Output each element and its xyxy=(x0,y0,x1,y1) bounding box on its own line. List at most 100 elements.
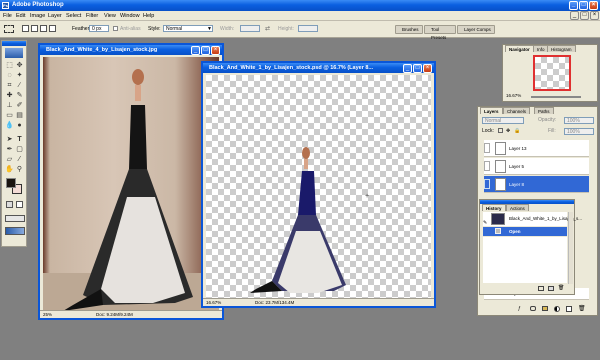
lasso-icon[interactable]: ◌ xyxy=(5,71,14,80)
foreground-color-swatch[interactable] xyxy=(6,178,16,188)
shape-icon[interactable]: ▢ xyxy=(15,145,24,154)
maximize-button[interactable]: □ xyxy=(579,1,588,10)
trash-icon[interactable]: 🗑 xyxy=(578,305,586,312)
eraser-icon[interactable]: ▭ xyxy=(5,111,14,120)
well-tab-tool-presets[interactable]: Tool Presets xyxy=(424,25,456,40)
well-tab-layer-comps[interactable]: Layer Comps xyxy=(457,25,495,34)
tab-channels[interactable]: Channels xyxy=(503,107,531,114)
doc2-zoom[interactable]: 16.67% xyxy=(206,299,221,306)
width-input[interactable] xyxy=(240,25,260,32)
layer-row-5[interactable]: Layer 5 xyxy=(484,158,589,175)
subtract-selection-icon[interactable] xyxy=(40,25,47,32)
tab-layers[interactable]: Layers xyxy=(480,107,503,114)
feather-input[interactable]: 0 px xyxy=(89,25,109,32)
height-input[interactable] xyxy=(298,25,318,32)
zoom-icon[interactable]: ⚲ xyxy=(15,165,24,174)
doc1-minimize-button[interactable]: _ xyxy=(191,46,200,55)
history-snapshot-row[interactable]: ✎ Black_And_White_1_by_Lisajen_s... xyxy=(483,212,582,226)
add-selection-icon[interactable] xyxy=(31,25,38,32)
opacity-input[interactable]: 100% xyxy=(564,117,594,124)
menu-image[interactable]: Image xyxy=(30,11,45,21)
new-set-icon[interactable] xyxy=(542,306,548,311)
doc2-minimize-button[interactable]: _ xyxy=(403,64,412,73)
document-window-1[interactable]: Black_And_White_4_by_Lisajen_stock.jpg _… xyxy=(38,43,224,320)
minimize-button[interactable]: _ xyxy=(569,1,578,10)
tab-actions[interactable]: Actions xyxy=(506,204,529,211)
swap-dimensions-icon[interactable]: ⇄ xyxy=(265,25,270,32)
zoom-slider[interactable] xyxy=(531,96,581,98)
brush-icon[interactable]: ✎ xyxy=(15,91,24,100)
navigator-zoom[interactable]: 16.67% xyxy=(506,93,521,98)
doc2-maximize-button[interactable]: □ xyxy=(413,64,422,73)
screen-mode-icon[interactable] xyxy=(5,215,25,222)
history-brush-icon[interactable]: ✐ xyxy=(15,101,24,110)
slice-icon[interactable]: ∕ xyxy=(15,81,24,90)
magic-wand-icon[interactable]: ✦ xyxy=(15,71,24,80)
path-selection-icon[interactable]: ➤ xyxy=(5,135,14,144)
menu-file[interactable]: File xyxy=(3,11,12,21)
history-trash-icon[interactable]: 🗑 xyxy=(558,285,564,291)
doc1-zoom[interactable]: 25% xyxy=(43,311,52,318)
gradient-icon[interactable]: ▤ xyxy=(15,111,24,120)
tab-navigator[interactable]: Navigator xyxy=(505,45,534,52)
menu-edit[interactable]: Edit xyxy=(16,11,25,21)
standard-mode-icon[interactable] xyxy=(6,201,13,208)
menu-window[interactable]: Window xyxy=(120,11,140,21)
crop-icon[interactable]: ⌗ xyxy=(5,81,14,90)
type-icon[interactable]: T xyxy=(15,135,24,144)
doc-restore-button[interactable]: □ xyxy=(580,11,589,20)
document-window-2[interactable]: Black_And_White_1_by_Lisajen_stock.psd @… xyxy=(201,61,436,308)
healing-brush-icon[interactable]: ✚ xyxy=(5,91,14,100)
lock-all-icon[interactable]: 🔒 xyxy=(514,128,520,134)
marquee-tool-icon[interactable] xyxy=(4,25,14,33)
dodge-icon[interactable]: ● xyxy=(15,121,24,130)
menu-view[interactable]: View xyxy=(104,11,116,21)
layer-mask-icon[interactable] xyxy=(530,306,536,311)
layer-13-visibility-icon[interactable] xyxy=(484,143,490,153)
doc-minimize-button[interactable]: _ xyxy=(570,11,579,20)
blur-icon[interactable]: 💧 xyxy=(5,121,14,130)
doc-close-button[interactable]: × xyxy=(590,11,599,20)
tab-histogram[interactable]: Histogram xyxy=(547,45,576,52)
well-tab-brushes[interactable]: Brushes xyxy=(395,25,423,34)
history-step-open[interactable]: Open xyxy=(483,227,567,236)
doc1-close-button[interactable]: × xyxy=(211,46,220,55)
close-button[interactable]: × xyxy=(589,1,598,10)
lock-position-icon[interactable]: ✥ xyxy=(506,128,510,134)
new-document-from-state-icon[interactable] xyxy=(538,286,544,291)
intersect-selection-icon[interactable] xyxy=(49,25,56,32)
doc2-title[interactable]: Black_And_White_1_by_Lisajen_stock.psd @… xyxy=(203,63,434,73)
doc2-close-button[interactable]: × xyxy=(423,64,432,73)
layer-style-icon[interactable]: ƒ xyxy=(518,306,521,312)
navigator-preview[interactable] xyxy=(533,55,571,91)
tab-history[interactable]: History xyxy=(482,204,506,211)
eyedropper-icon[interactable]: ⁄ xyxy=(15,155,24,164)
style-select[interactable]: Normal xyxy=(163,25,213,32)
new-layer-icon[interactable] xyxy=(566,306,572,312)
history-scrollbar[interactable] xyxy=(568,212,573,284)
jump-to-imageready-icon[interactable] xyxy=(5,227,25,235)
tab-paths[interactable]: Paths xyxy=(534,107,554,114)
hand-icon[interactable]: ✋ xyxy=(5,165,14,174)
style-dropdown-arrow-icon[interactable]: ▼ xyxy=(207,26,212,32)
clone-stamp-icon[interactable]: ⊥ xyxy=(5,101,14,110)
move-icon[interactable]: ✥ xyxy=(15,61,24,70)
quick-mask-icon[interactable] xyxy=(16,201,23,208)
notes-icon[interactable]: ▱ xyxy=(5,155,14,164)
menu-help[interactable]: Help xyxy=(143,11,154,21)
pen-icon[interactable]: ✒ xyxy=(5,145,14,154)
marquee-icon[interactable]: ⬚ xyxy=(5,61,14,70)
layer-8-visibility-icon[interactable] xyxy=(484,179,490,189)
menu-layer[interactable]: Layer xyxy=(48,11,62,21)
layer-row-13[interactable]: Layer 13 xyxy=(484,140,589,157)
new-snapshot-icon[interactable] xyxy=(548,286,554,291)
layer-row-8[interactable]: Layer 8 xyxy=(484,176,589,193)
new-selection-icon[interactable] xyxy=(22,25,29,32)
fill-input[interactable]: 100% xyxy=(564,128,594,135)
layer-5-visibility-icon[interactable] xyxy=(484,161,490,171)
menu-select[interactable]: Select xyxy=(66,11,81,21)
blend-mode-select[interactable]: Normal xyxy=(482,117,524,124)
doc1-maximize-button[interactable]: □ xyxy=(201,46,210,55)
doc2-canvas[interactable]: + xyxy=(206,75,431,299)
adjustment-layer-icon[interactable] xyxy=(554,306,560,312)
